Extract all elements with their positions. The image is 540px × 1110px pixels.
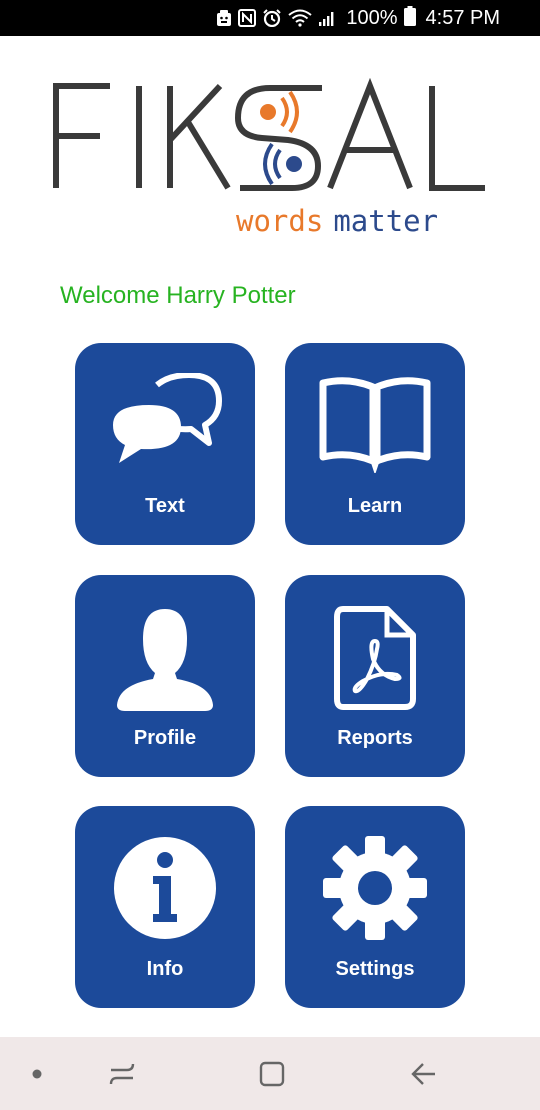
gear-icon bbox=[285, 836, 465, 946]
battery-icon bbox=[403, 5, 416, 31]
tile-label-info: Info bbox=[146, 958, 184, 980]
navigation-bar bbox=[0, 1037, 540, 1110]
chat-bubbles-icon bbox=[75, 373, 255, 483]
welcome-text: Welcome Harry Potter bbox=[60, 282, 296, 309]
tile-label-settings: Settings bbox=[335, 958, 415, 980]
battery-percent: 100% bbox=[346, 6, 398, 29]
dot-icon[interactable] bbox=[22, 1037, 52, 1110]
reports-tile-button[interactable]: Reports bbox=[285, 575, 465, 777]
info-icon bbox=[75, 836, 255, 946]
tagline-word-matter: matter bbox=[333, 204, 439, 238]
text-tile-button[interactable]: Text bbox=[75, 343, 255, 545]
status-bar: 100% 4:57 PM bbox=[0, 0, 540, 36]
tile-label-text: Text bbox=[145, 495, 185, 517]
settings-tile-button[interactable]: Settings bbox=[285, 806, 465, 1008]
nfc-icon bbox=[238, 9, 257, 27]
clock: 4:57 PM bbox=[425, 6, 500, 29]
status-icons bbox=[216, 9, 336, 27]
pdf-document-icon bbox=[285, 605, 465, 715]
user-icon bbox=[75, 605, 255, 715]
home-icon[interactable] bbox=[250, 1037, 294, 1110]
tile-label-profile: Profile bbox=[133, 727, 197, 749]
logo-tagline: words matter bbox=[236, 204, 438, 238]
tile-label-learn: Learn bbox=[347, 495, 403, 517]
signal-icon bbox=[318, 9, 336, 27]
learn-tile-button[interactable]: Learn bbox=[285, 343, 465, 545]
open-book-icon bbox=[285, 373, 465, 483]
alarm-icon bbox=[262, 9, 282, 27]
recents-icon[interactable] bbox=[100, 1037, 144, 1110]
back-icon[interactable] bbox=[402, 1037, 446, 1110]
profile-tile-button[interactable]: Profile bbox=[75, 575, 255, 777]
info-tile-button[interactable]: Info bbox=[75, 806, 255, 1008]
android-debug-icon bbox=[216, 9, 232, 27]
tagline-word-words: words bbox=[236, 204, 324, 238]
wifi-icon bbox=[288, 9, 312, 27]
tile-label-reports: Reports bbox=[337, 727, 413, 749]
